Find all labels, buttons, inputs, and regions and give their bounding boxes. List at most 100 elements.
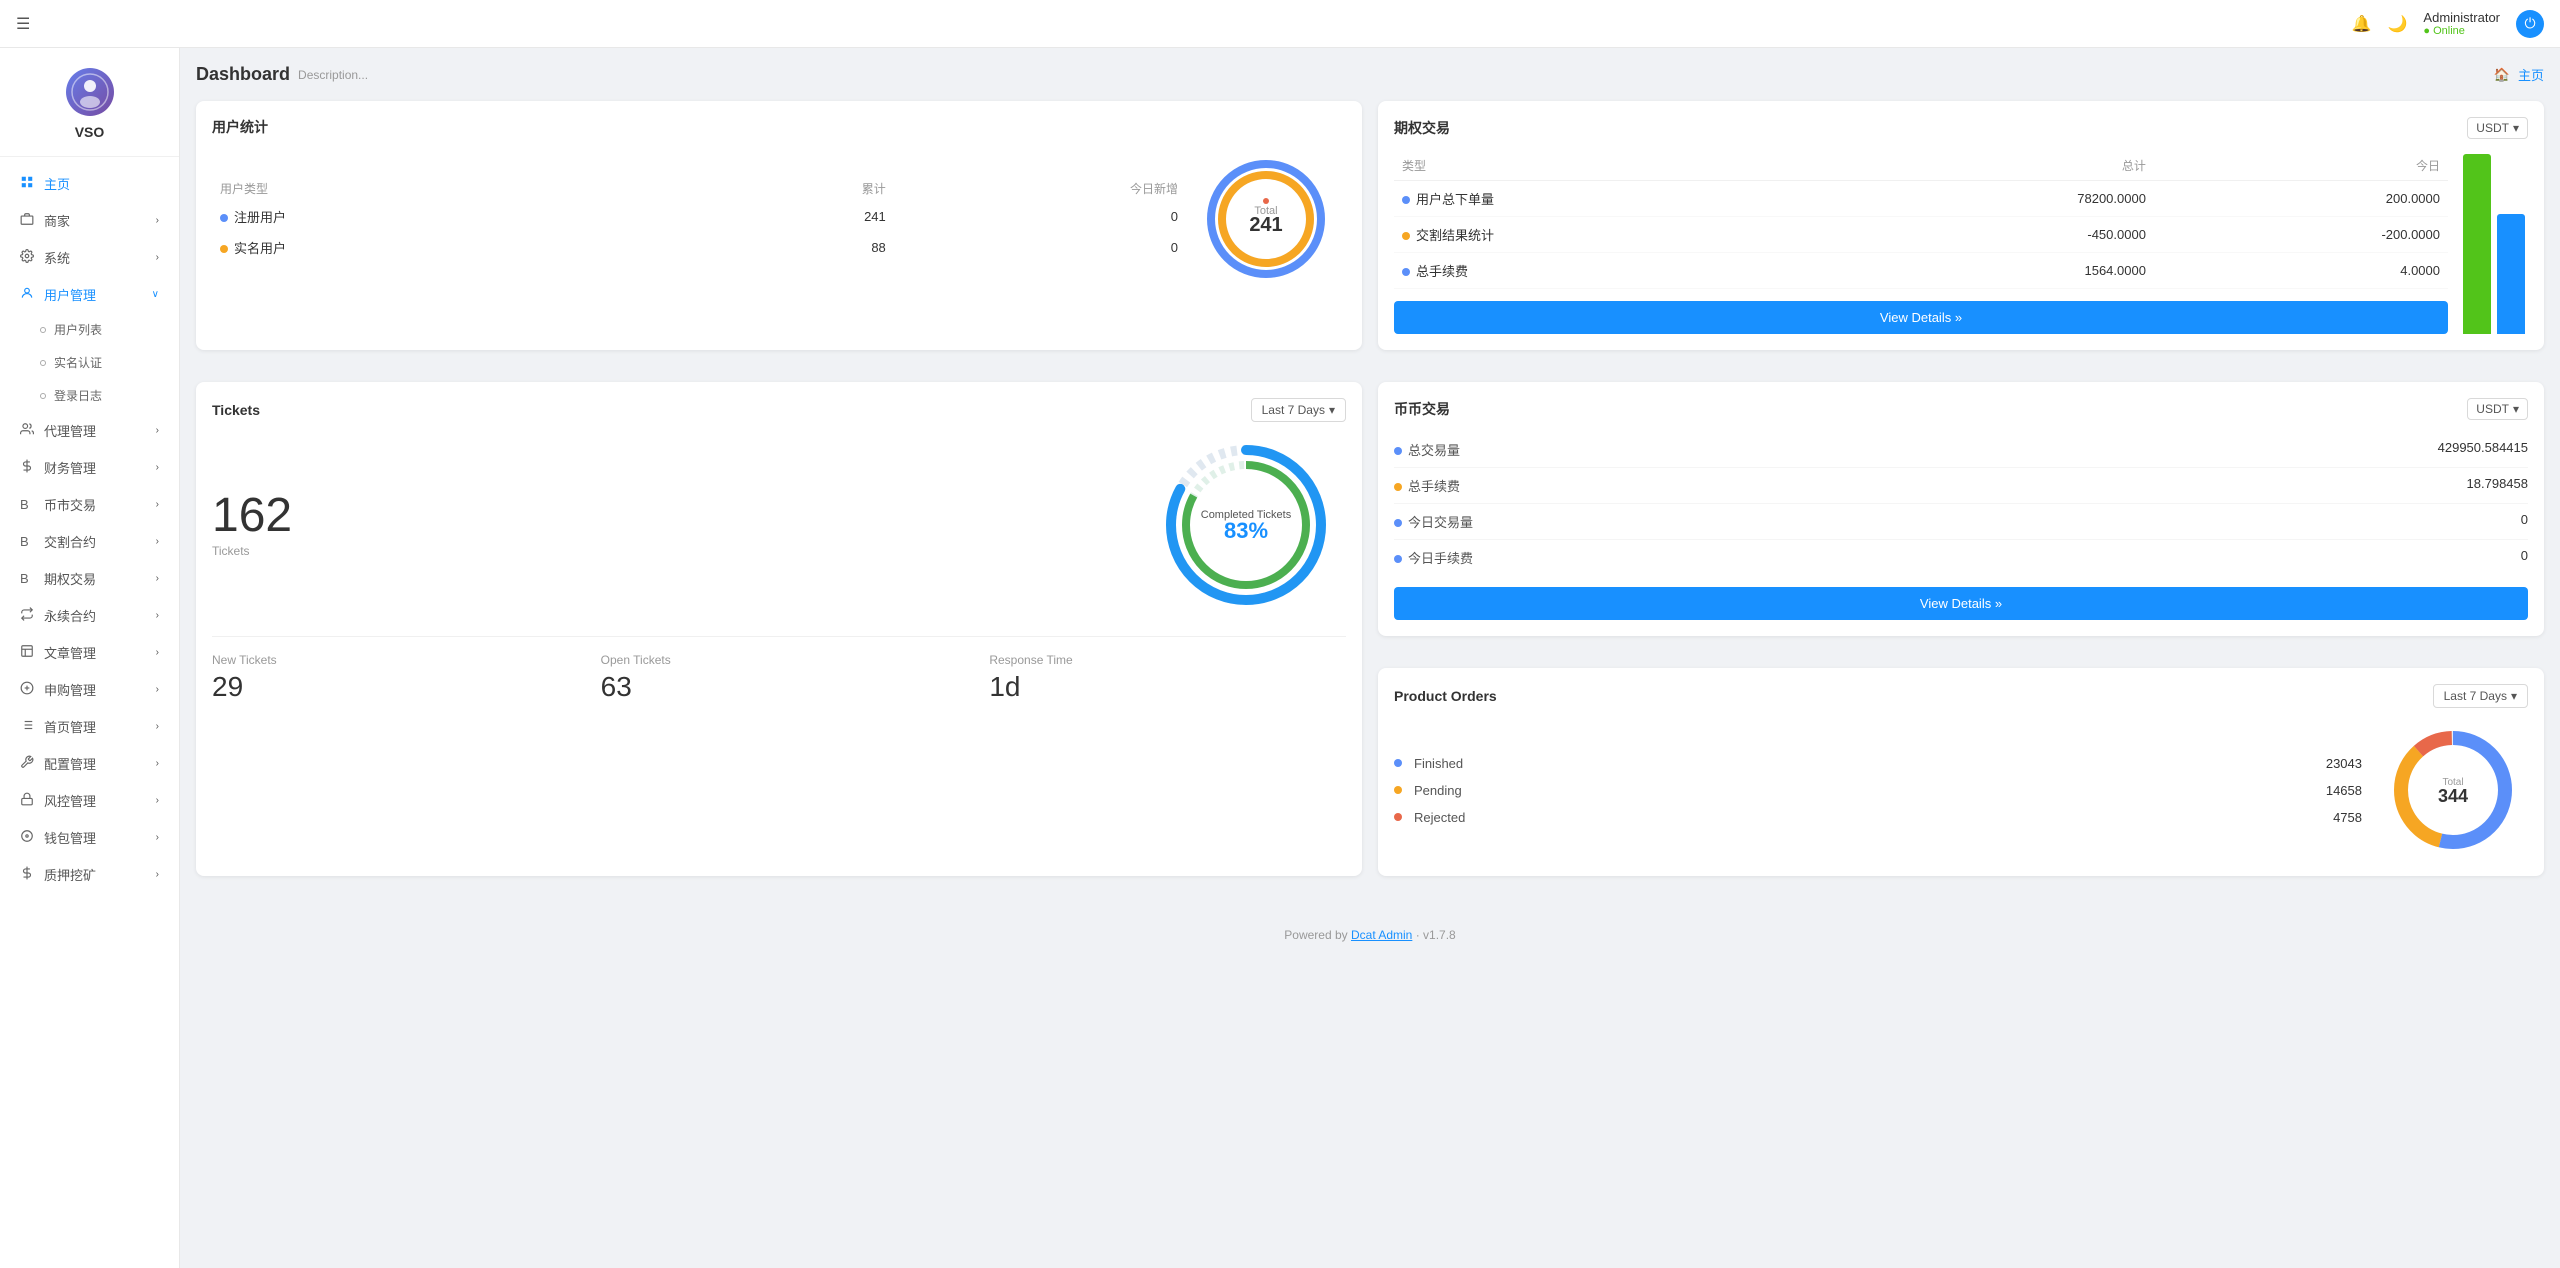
theme-icon[interactable]: 🌙 [2388, 14, 2408, 34]
tickets-donut-svg: Completed Tickets 83% [1151, 430, 1341, 620]
svg-text:344: 344 [2438, 786, 2468, 806]
table-row: 注册用户 241 0 [212, 201, 1186, 232]
sidebar-subitem-user-list[interactable]: 用户列表 [0, 313, 179, 346]
product-orders-donut-svg: Total 344 [2383, 720, 2523, 860]
sidebar-subitem-real-name[interactable]: 实名认证 [0, 346, 179, 379]
user-stats-title: 用户统计 [212, 117, 1346, 137]
table-row: 交割结果统计 -450.0000 -200.0000 [1394, 217, 2448, 253]
topbar-right: 🔔 🌙 Administrator ● Online ⏻ [2352, 10, 2544, 38]
risk-icon [20, 792, 36, 809]
futures-fee-total: 1564.0000 [1820, 253, 2154, 289]
real-name-label: 实名认证 [54, 354, 102, 371]
verified-total: 88 [602, 232, 894, 263]
futures-currency-select[interactable]: USDT ▾ [2467, 117, 2528, 139]
menu-icon[interactable]: ☰ [16, 14, 30, 34]
rejected-dot [1394, 813, 1402, 821]
topbar-left: ☰ [16, 14, 30, 34]
sidebar-item-wallet[interactable]: 钱包管理 › [0, 819, 179, 856]
sidebar-item-user-mgmt[interactable]: 用户管理 ∨ [0, 276, 179, 313]
fee-dot [1402, 268, 1410, 276]
product-orders-chart: Total 344 [2378, 720, 2528, 860]
agent-nav-label: 代理管理 [44, 421, 96, 440]
article-arrow-icon: › [156, 647, 159, 658]
sidebar-item-apply[interactable]: 申购管理 › [0, 671, 179, 708]
real-name-dot [40, 360, 46, 366]
coin-row-2-label: 总手续费 [1394, 476, 1460, 495]
contract-nav-label: 交割合约 [44, 532, 96, 551]
sidebar-item-finance[interactable]: 财务管理 › [0, 449, 179, 486]
sidebar-item-coin-trade[interactable]: B 币市交易 › [0, 486, 179, 523]
product-orders-list: Finished 23043 Pending 14658 [1394, 750, 2362, 831]
coin-row-4-dot [1394, 555, 1402, 563]
system-arrow-icon: › [156, 252, 159, 263]
product-orders-card: Product Orders Last 7 Days ▾ Finished [1378, 668, 2544, 876]
right-section: 币币交易 USDT ▾ 总交易量 429950.584415 [1378, 382, 2544, 892]
rejected-label: Rejected [1394, 810, 1465, 825]
table-row: 实名用户 88 0 [212, 232, 1186, 263]
response-time-label: Response Time [989, 653, 1346, 667]
pending-dot [1394, 786, 1402, 794]
list-item: Rejected 4758 [1394, 804, 2362, 831]
wallet-icon [20, 829, 36, 846]
sidebar-item-futures[interactable]: B 期权交易 › [0, 560, 179, 597]
product-orders-dropdown-arrow: ▾ [2511, 689, 2517, 703]
product-orders-period-label: Last 7 Days [2444, 689, 2507, 703]
coin-trade-title: 币币交易 [1394, 399, 1450, 419]
home-breadcrumb[interactable]: 🏠 主页 [2494, 65, 2544, 84]
sidebar-item-agent[interactable]: 代理管理 › [0, 412, 179, 449]
tickets-title: Tickets [212, 402, 260, 418]
bar-blue [2497, 214, 2525, 334]
rejected-value: 4758 [2333, 810, 2362, 825]
coin-row-3-dot [1394, 519, 1402, 527]
registered-dot [220, 214, 228, 222]
sidebar-item-mining[interactable]: 质押挖矿 › [0, 856, 179, 893]
user-type-registered: 注册用户 [212, 201, 602, 232]
col-header-today: 今日新增 [894, 176, 1186, 201]
sidebar-item-home[interactable]: 主页 [0, 165, 179, 202]
merchant-icon [20, 212, 36, 229]
perpetual-icon [20, 607, 36, 624]
futures-bar-chart [2448, 151, 2528, 334]
tickets-period-dropdown[interactable]: Last 7 Days ▾ [1251, 398, 1346, 422]
finance-nav-label: 财务管理 [44, 458, 96, 477]
sidebar-item-homepage[interactable]: 首页管理 › [0, 708, 179, 745]
sidebar-subitem-login-log[interactable]: 登录日志 [0, 379, 179, 412]
topbar: ☰ 🔔 🌙 Administrator ● Online ⏻ [0, 0, 2560, 48]
col-header-type: 用户类型 [212, 176, 602, 201]
coin-row-3-value: 0 [2521, 512, 2528, 531]
tickets-chart: Completed Tickets 83% [1146, 430, 1346, 620]
futures-result-today: -200.0000 [2154, 217, 2448, 253]
coin-trade-nav-label: 币市交易 [44, 495, 96, 514]
coin-trade-arrow-icon: › [156, 499, 159, 510]
power-button[interactable]: ⏻ [2516, 10, 2544, 38]
perpetual-nav-label: 永续合约 [44, 606, 96, 625]
futures-row-result: 交割结果统计 [1394, 217, 1820, 253]
sidebar-item-risk[interactable]: 风控管理 › [0, 782, 179, 819]
futures-col-today: 今日 [2154, 151, 2448, 181]
futures-title: 期权交易 [1394, 118, 1450, 138]
coin-trade-currency-select[interactable]: USDT ▾ [2467, 398, 2528, 420]
sidebar-item-config[interactable]: 配置管理 › [0, 745, 179, 782]
product-orders-period-dropdown[interactable]: Last 7 Days ▾ [2433, 684, 2528, 708]
sidebar-item-merchant[interactable]: 商家 › [0, 202, 179, 239]
futures-view-details-button[interactable]: View Details » [1394, 301, 2448, 334]
sidebar-item-system[interactable]: 系统 › [0, 239, 179, 276]
coin-trade-rows: 总交易量 429950.584415 总手续费 18.798458 [1394, 432, 2528, 575]
apply-arrow-icon: › [156, 684, 159, 695]
coin-trade-view-details-button[interactable]: View Details » [1394, 587, 2528, 620]
system-nav-label: 系统 [44, 248, 70, 267]
sidebar-item-article[interactable]: 文章管理 › [0, 634, 179, 671]
user-type-verified: 实名用户 [212, 232, 602, 263]
new-tickets-value: 29 [212, 671, 569, 703]
sidebar-item-contract[interactable]: B 交割合约 › [0, 523, 179, 560]
result-dot [1402, 232, 1410, 240]
pending-value: 14658 [2326, 783, 2362, 798]
login-log-label: 登录日志 [54, 387, 102, 404]
apply-icon [20, 681, 36, 698]
coin-row-2-value: 18.798458 [2467, 476, 2528, 495]
svg-text:83%: 83% [1224, 518, 1268, 543]
footer-dcat-link[interactable]: Dcat Admin [1351, 928, 1412, 942]
coin-row-1-dot [1394, 447, 1402, 455]
notification-icon[interactable]: 🔔 [2352, 14, 2372, 34]
sidebar-item-perpetual[interactable]: 永续合约 › [0, 597, 179, 634]
